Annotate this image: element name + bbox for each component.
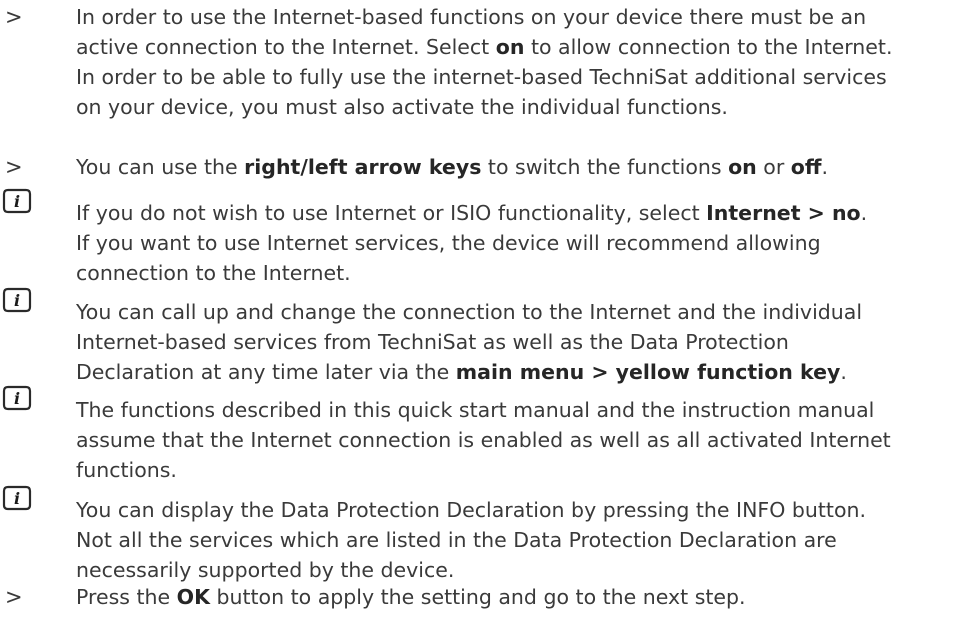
text-segment: If you do not wish to use Internet or IS…	[76, 201, 707, 225]
info-note-text: The functions described in this quick st…	[76, 395, 936, 485]
step-arrow-marker: >	[5, 5, 23, 29]
svg-text:i: i	[14, 389, 20, 408]
emphasis-text: off	[790, 155, 822, 179]
text-segment: .	[821, 155, 829, 179]
text-segment: If you want to use Internet services, th…	[76, 231, 821, 255]
emphasis-text: OK	[176, 585, 210, 609]
emphasis-text: right/left arrow keys	[244, 155, 482, 179]
emphasis-text: on	[495, 35, 525, 59]
emphasis-text: on	[728, 155, 757, 179]
info-note-text: You can call up and change the connectio…	[76, 297, 936, 387]
step-arrow-marker: >	[5, 155, 23, 179]
text-segment: to switch the functions	[481, 155, 729, 179]
emphasis-text: Internet > no	[706, 201, 861, 225]
manual-page: > In order to use the Internet-based func…	[0, 0, 954, 624]
text-segment: button to apply the setting and go to th…	[209, 585, 746, 609]
svg-text:i: i	[14, 192, 20, 211]
step-arrow-marker: >	[5, 585, 23, 609]
step-text: In order to use the Internet-based funct…	[76, 2, 936, 122]
text-segment: .	[860, 201, 868, 225]
text-segment: functions.	[76, 458, 177, 482]
svg-text:i: i	[14, 291, 20, 310]
info-icon: i	[2, 385, 32, 411]
text-segment: In order to use the Internet-based funct…	[76, 5, 867, 29]
info-icon: i	[2, 188, 32, 214]
text-segment: You can call up and change the connectio…	[76, 300, 863, 324]
text-segment: Declaration at any time later via the	[76, 360, 456, 384]
info-note-text: You can display the Data Protection Decl…	[76, 495, 936, 585]
text-segment: In order to be able to fully use the int…	[76, 65, 887, 89]
text-segment: assume that the Internet connection is e…	[76, 428, 891, 452]
text-segment: or	[756, 155, 791, 179]
text-segment: Not all the services which are listed in…	[76, 528, 837, 552]
text-segment: Press the	[76, 585, 177, 609]
text-segment: on your device, you must also activate t…	[76, 95, 728, 119]
step-text: Press the OK button to apply the setting…	[76, 582, 936, 612]
text-segment: to allow connection to the Internet.	[524, 35, 893, 59]
text-segment: The functions described in this quick st…	[76, 398, 875, 422]
svg-text:i: i	[14, 489, 20, 508]
text-segment: You can use the	[76, 155, 245, 179]
text-segment: necessarily supported by the device.	[76, 558, 455, 582]
info-icon: i	[2, 287, 32, 313]
info-note-text: If you do not wish to use Internet or IS…	[76, 198, 936, 288]
step-text: You can use the right/left arrow keys to…	[76, 152, 936, 182]
text-segment: connection to the Internet.	[76, 261, 351, 285]
text-segment: Internet-based services from TechniSat a…	[76, 330, 789, 354]
emphasis-text: main menu > yellow function key	[455, 360, 841, 384]
text-segment: active connection to the Internet. Selec…	[76, 35, 496, 59]
text-segment: .	[840, 360, 847, 384]
text-segment: You can display the Data Protection Decl…	[76, 498, 867, 522]
info-icon: i	[2, 485, 32, 511]
